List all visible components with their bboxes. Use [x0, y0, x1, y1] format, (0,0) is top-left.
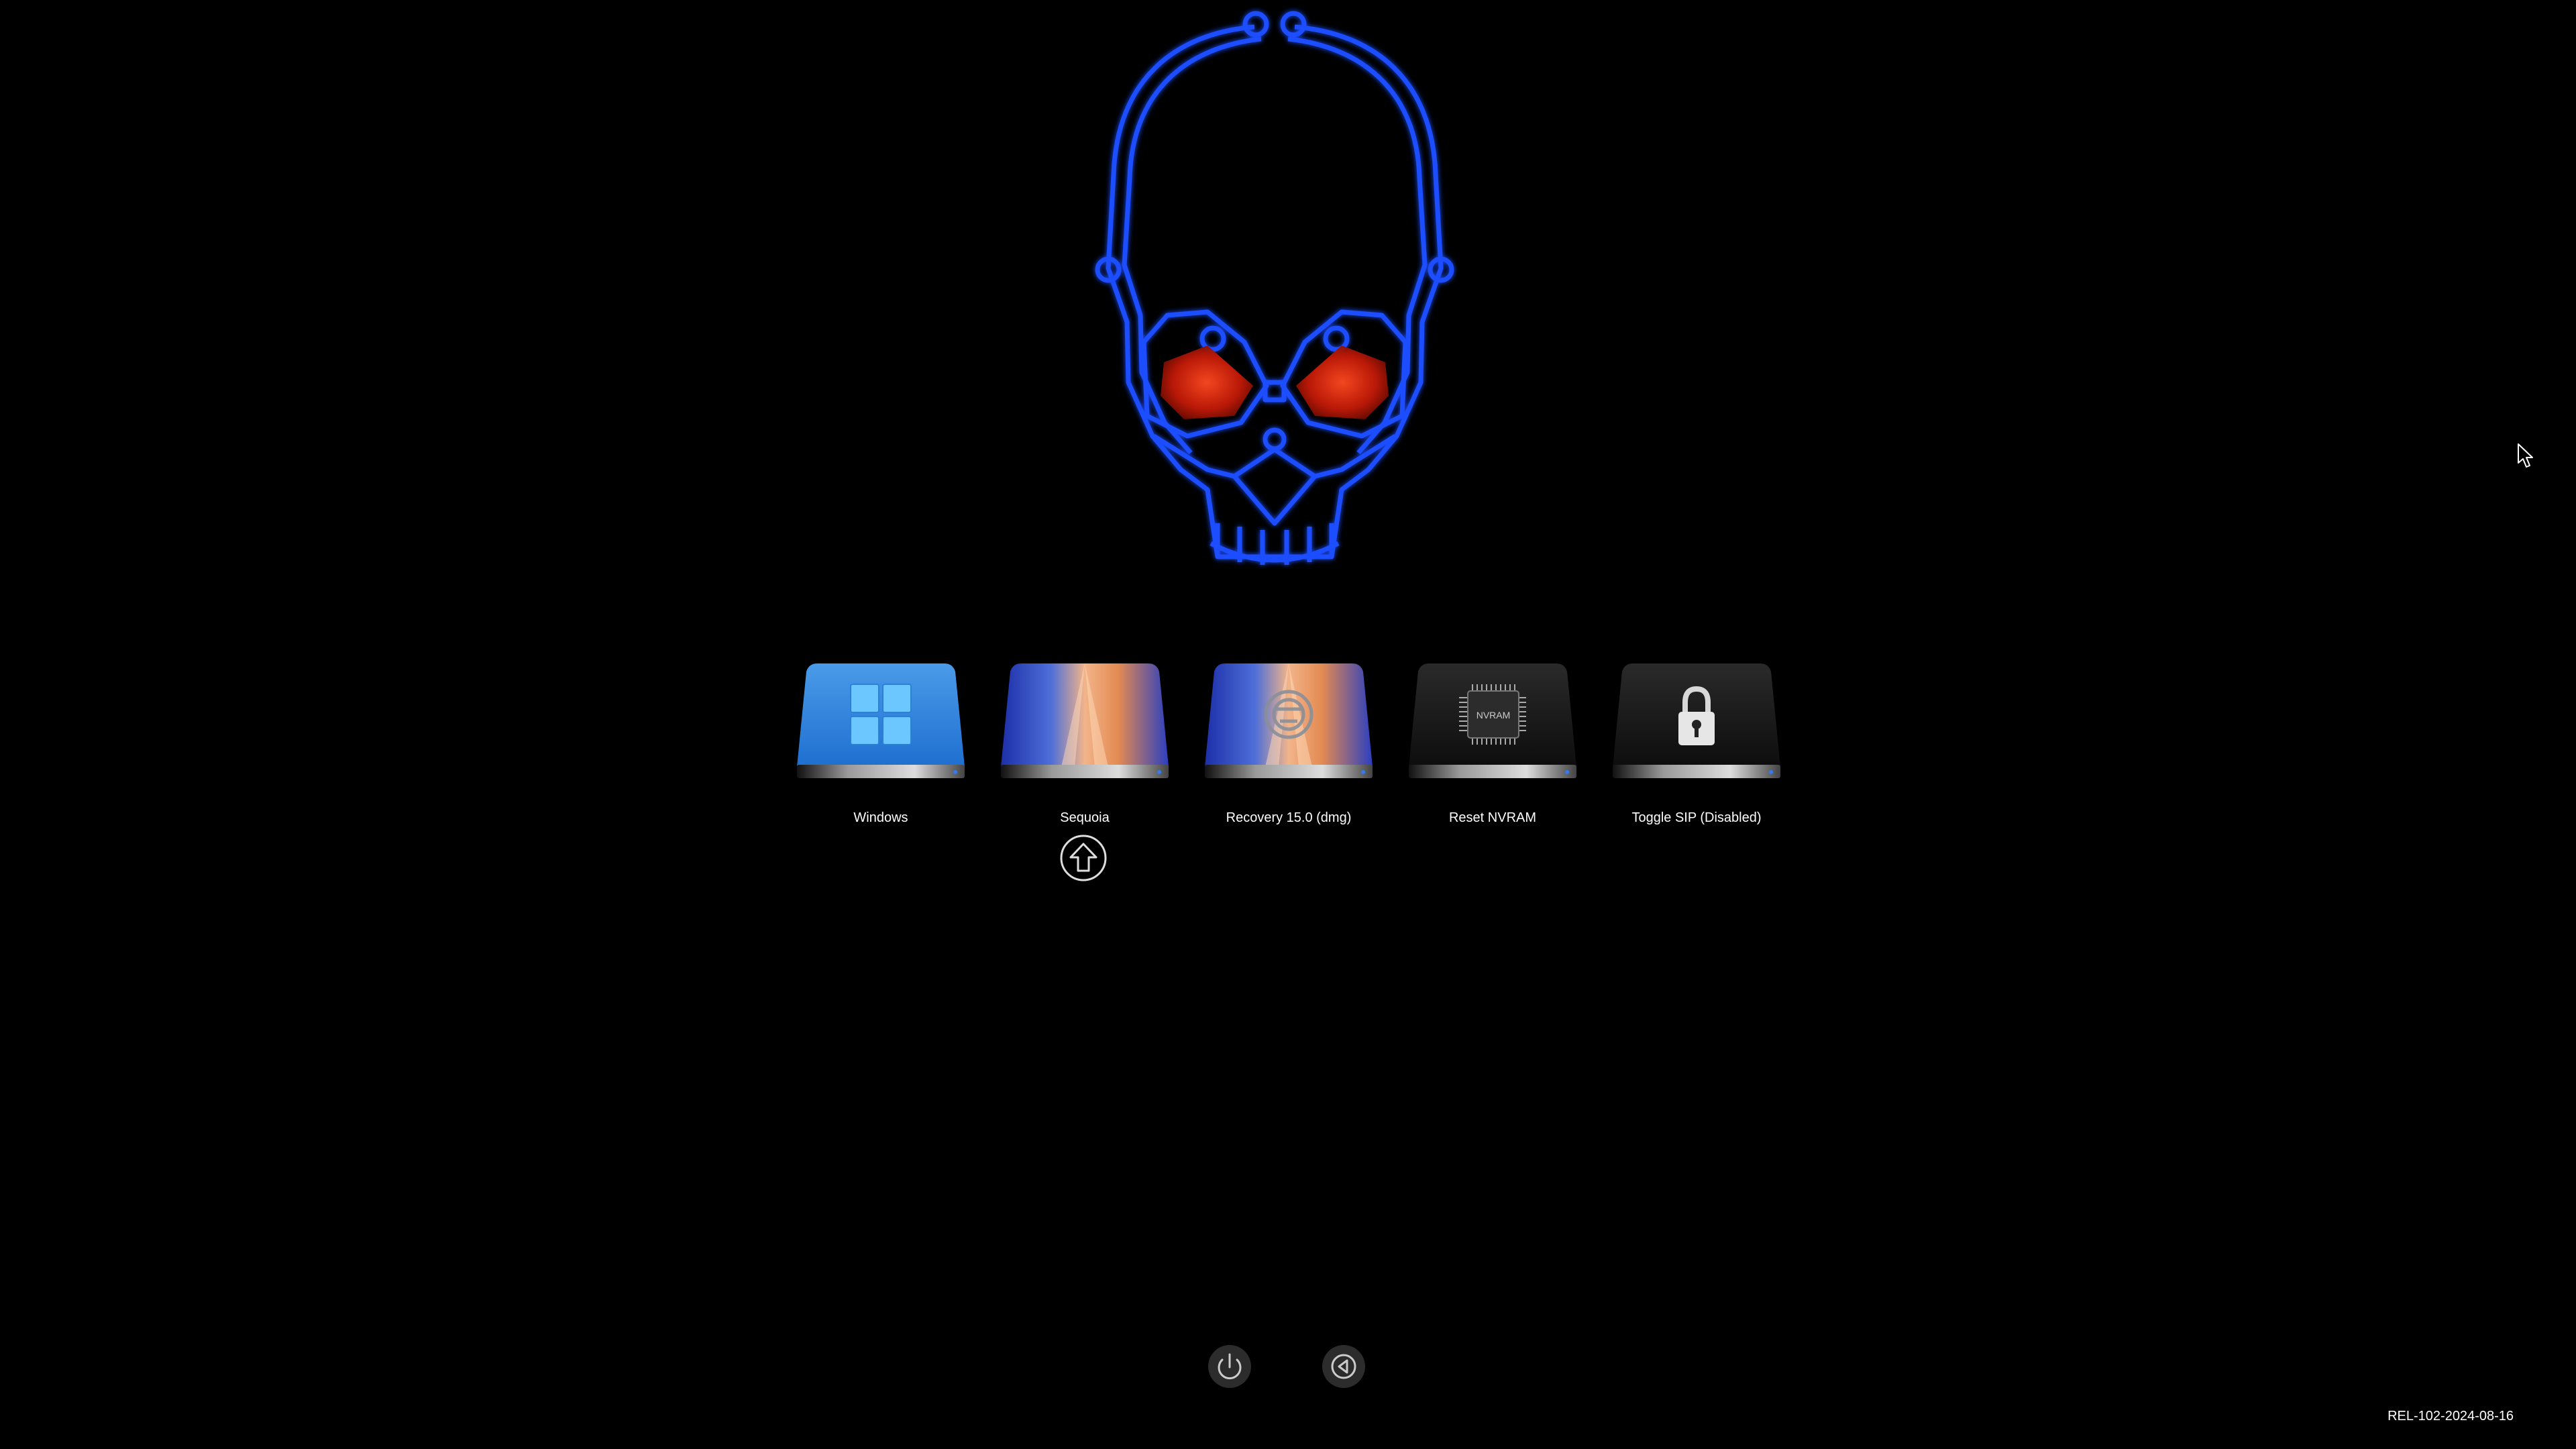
- macos-sequoia-icon: [1001, 663, 1169, 778]
- boot-entry-label: Sequoia: [1060, 810, 1110, 825]
- windows-logo-icon: [797, 663, 965, 778]
- nvram-chip-icon: NVRAM: [1409, 663, 1576, 778]
- boot-entry-recovery[interactable]: Recovery 15.0 (dmg): [1205, 661, 1373, 835]
- selection-indicator-icon: [1060, 835, 1107, 881]
- boot-entry-toggle-sip[interactable]: Toggle SIP (Disabled): [1613, 661, 1780, 835]
- boot-entry-label: Windows: [853, 810, 908, 825]
- shutdown-button[interactable]: [1206, 1343, 1253, 1390]
- skull-logo-icon: [1095, 11, 1454, 565]
- nvram-chip-text: NVRAM: [1477, 710, 1511, 720]
- mouse-cursor-icon: [2518, 443, 2533, 468]
- recovery-icon: [1205, 663, 1373, 778]
- boot-entry-windows[interactable]: Windows: [797, 661, 965, 835]
- boot-entry-label: Reset NVRAM: [1448, 810, 1537, 825]
- restart-button[interactable]: [1320, 1343, 1367, 1390]
- boot-entry-label: Recovery 15.0 (dmg): [1226, 810, 1352, 825]
- boot-entry-label: Toggle SIP (Disabled): [1631, 810, 1762, 825]
- boot-entry-sequoia[interactable]: Sequoia: [1001, 661, 1169, 835]
- version-label: REL-102-2024-08-16: [2387, 1409, 2514, 1424]
- boot-entry-reset-nvram[interactable]: NVRAM Reset NVRAM: [1409, 661, 1576, 835]
- padlock-icon: [1613, 663, 1780, 778]
